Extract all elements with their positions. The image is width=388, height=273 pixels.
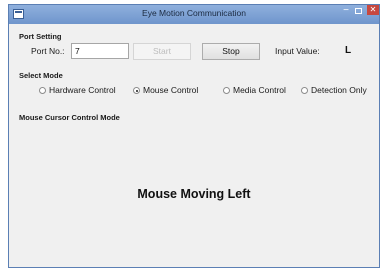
radio-button-icon: [133, 87, 140, 94]
port-number-input[interactable]: 7: [71, 43, 129, 59]
stop-button[interactable]: Stop: [202, 43, 260, 60]
title-bar[interactable]: Eye Motion Communication − ✕: [9, 5, 379, 24]
radio-button-icon: [223, 87, 230, 94]
minimize-icon[interactable]: −: [340, 6, 352, 18]
radio-label: Mouse Control: [143, 85, 199, 95]
radio-button-icon: [39, 87, 46, 94]
client-area: Port Setting Port No.: 7 Start Stop Inpu…: [9, 24, 379, 267]
status-text: Mouse Moving Left: [137, 187, 251, 201]
main-window: Eye Motion Communication − ✕ Port Settin…: [8, 4, 380, 268]
radio-label: Detection Only: [311, 85, 367, 95]
port-setting-title: Port Setting: [19, 32, 62, 41]
window-title: Eye Motion Communication: [142, 8, 246, 18]
radio-label: Media Control: [233, 85, 286, 95]
radio-button-icon: [301, 87, 308, 94]
maximize-icon[interactable]: [355, 8, 362, 14]
select-mode-title: Select Mode: [19, 71, 63, 80]
close-icon[interactable]: ✕: [367, 5, 379, 15]
input-value-text: L: [345, 45, 352, 56]
input-value-label: Input Value:: [275, 46, 320, 56]
mode-panel-title: Mouse Cursor Control Mode: [19, 113, 120, 122]
radio-label: Hardware Control: [49, 85, 116, 95]
port-number-label: Port No.:: [31, 46, 65, 56]
start-button[interactable]: Start: [133, 43, 191, 60]
